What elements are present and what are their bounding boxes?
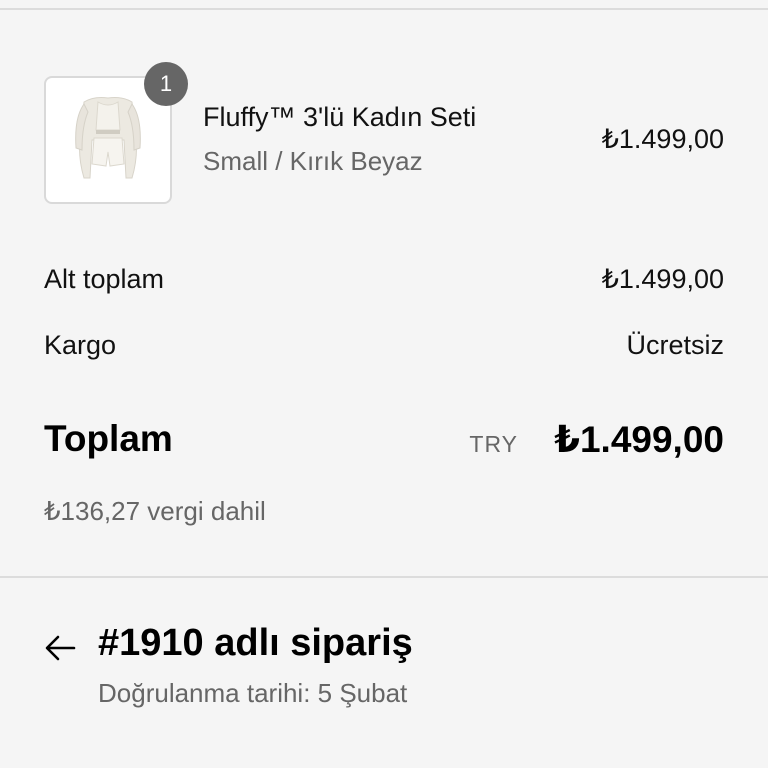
- total-value: ₺1.499,00: [554, 419, 724, 460]
- product-title: Fluffy™ 3'lü Kadın Seti: [203, 102, 477, 132]
- order-summary-page: 1 Fluffy™ 3'lü Kadın Seti Small / Kırık …: [0, 0, 768, 768]
- tax-note: ₺136,27 vergi dahil: [44, 496, 266, 526]
- arrow-left-icon: [45, 635, 76, 661]
- order-confirmation-date: Doğrulanma tarihi: 5 Şubat: [98, 678, 408, 708]
- order-title: #1910 adlı sipariş: [98, 622, 413, 664]
- product-variant: Small / Kırık Beyaz: [203, 146, 423, 176]
- subtotal-label: Alt toplam: [44, 264, 165, 294]
- product-price: ₺1.499,00: [601, 124, 724, 154]
- total-label: Toplam: [44, 418, 173, 459]
- subtotal-value: ₺1.499,00: [601, 264, 724, 294]
- shipping-label: Kargo: [44, 330, 117, 360]
- shipping-value: Ücretsiz: [626, 330, 724, 360]
- section-divider: [0, 576, 768, 578]
- quantity-badge: 1: [144, 62, 188, 106]
- back-button[interactable]: [40, 628, 80, 668]
- top-divider: [0, 8, 768, 10]
- total-currency: TRY: [469, 431, 518, 457]
